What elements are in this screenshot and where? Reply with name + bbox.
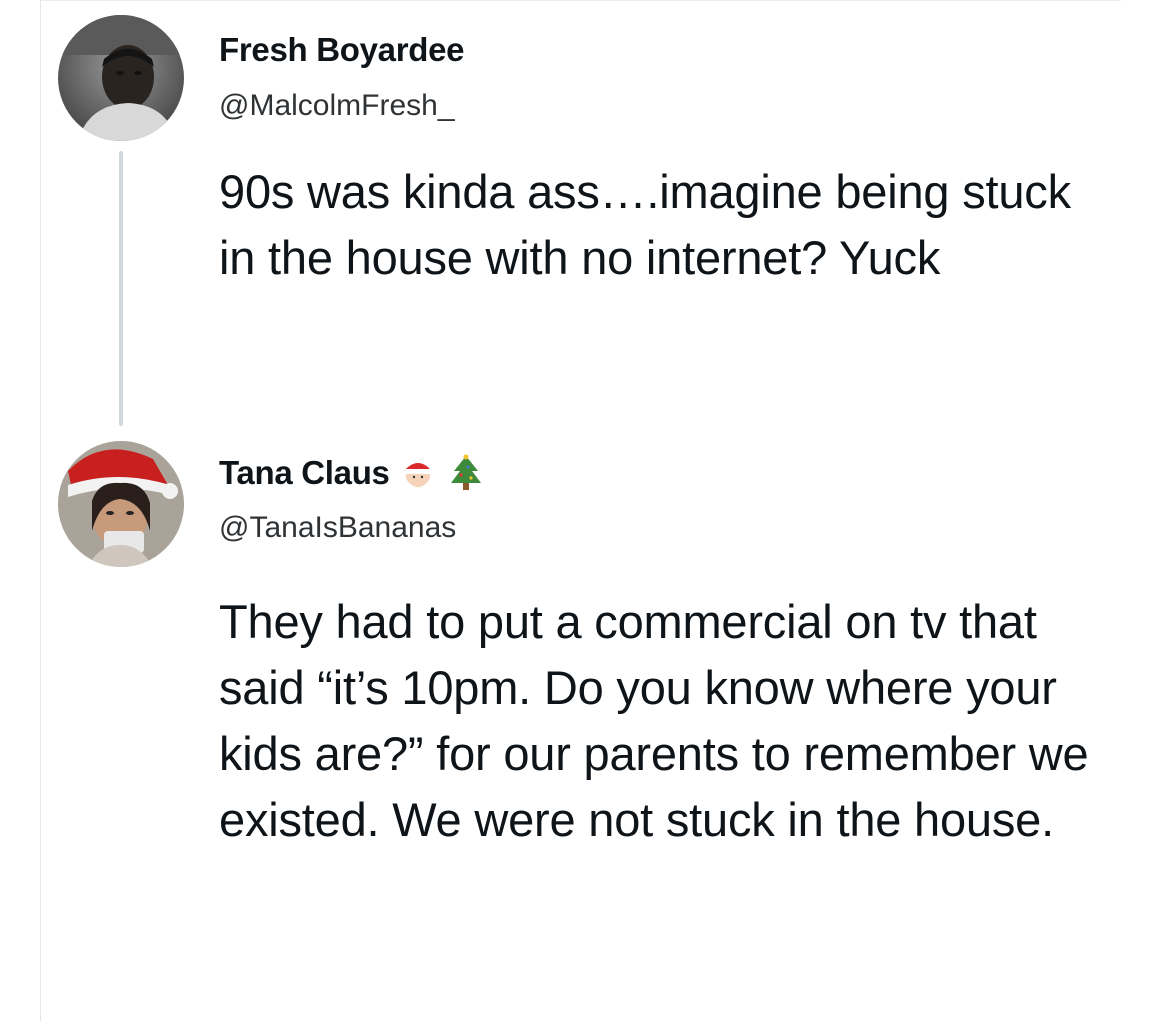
- display-name-text[interactable]: Fresh Boyardee: [219, 31, 465, 69]
- tweet-text: 90s was kinda ass….imagine being stuck i…: [219, 165, 1071, 284]
- display-name[interactable]: Fresh Boyardee: [219, 31, 465, 69]
- avatar[interactable]: [58, 15, 184, 141]
- user-handle[interactable]: @TanaIsBananas: [219, 511, 456, 545]
- display-name-text[interactable]: Tana Claus: [219, 454, 390, 492]
- original-tweet[interactable]: Fresh Boyardee @MalcolmFresh_ 90s was ki…: [41, 1, 1121, 431]
- user-photo-avatar-icon: [58, 441, 184, 567]
- reply-tweet[interactable]: Tana Claus @TanaIsBananas They had to pu…: [41, 431, 1121, 1021]
- avatar[interactable]: [58, 441, 184, 567]
- thread-connector-line: [119, 151, 123, 426]
- display-name[interactable]: Tana Claus: [219, 453, 486, 493]
- user-photo-avatar-icon: [58, 15, 184, 141]
- christmas-tree-emoji-icon: [446, 453, 486, 493]
- tweet-text: They had to put a commercial on tv that …: [219, 595, 1089, 846]
- santa-emoji-icon: [398, 453, 438, 493]
- user-handle[interactable]: @MalcolmFresh_: [219, 89, 455, 123]
- tweet-thread: Fresh Boyardee @MalcolmFresh_ 90s was ki…: [40, 0, 1121, 1021]
